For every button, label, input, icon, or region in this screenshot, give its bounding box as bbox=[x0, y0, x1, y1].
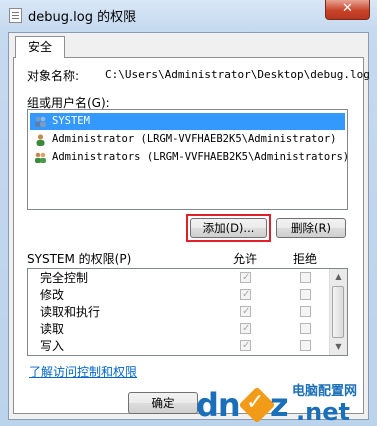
close-button[interactable]: ✕ bbox=[325, 0, 370, 20]
file-icon bbox=[9, 8, 22, 23]
check-icon: ✓ bbox=[246, 390, 265, 415]
permissions-label: SYSTEM 的权限(P) bbox=[27, 252, 132, 266]
permission-row: 读取和执行 bbox=[28, 303, 328, 321]
object-name-label: 对象名称: bbox=[27, 69, 80, 83]
permissions-dialog: debug.log 的权限 ✕ 安全 对象名称: C:\Users\Admini… bbox=[0, 0, 377, 426]
scroll-down-icon[interactable]: ▼ bbox=[330, 339, 347, 355]
scroll-up-icon[interactable]: ▲ bbox=[330, 269, 347, 285]
permissions-list[interactable]: 完全控制 修改 读取和执行 读取 写入 ▲ ▼ bbox=[27, 268, 348, 356]
watermark-net: .net bbox=[296, 398, 350, 426]
deny-checkbox[interactable] bbox=[300, 323, 311, 334]
scroll-thumb[interactable] bbox=[332, 286, 344, 338]
allow-checkbox[interactable] bbox=[240, 320, 251, 338]
list-item-administrators[interactable]: Administrators (LRGM-VVFHAEB2K5\Administ… bbox=[30, 149, 349, 166]
permission-name: 读取 bbox=[40, 322, 65, 336]
remove-button[interactable]: 删除(R) bbox=[276, 218, 346, 238]
permission-row: 修改 bbox=[28, 286, 328, 304]
tab-security[interactable]: 安全 bbox=[15, 36, 65, 58]
deny-checkbox[interactable] bbox=[300, 340, 311, 351]
learn-permissions-link[interactable]: 了解访问控制和权限 bbox=[29, 363, 137, 380]
users-icon bbox=[35, 116, 46, 127]
allow-checkbox[interactable] bbox=[240, 337, 251, 355]
permissions-scrollbar[interactable]: ▲ ▼ bbox=[329, 269, 347, 355]
permission-name: 写入 bbox=[40, 339, 65, 353]
watermark-brand: dn bbox=[196, 386, 241, 424]
object-name-value: C:\Users\Administrator\Desktop\debug.log bbox=[105, 68, 370, 81]
watermark-brand-z: z bbox=[270, 386, 289, 424]
close-icon: ✕ bbox=[342, 1, 353, 16]
permission-row: 写入 bbox=[28, 337, 328, 355]
permission-name: 修改 bbox=[40, 288, 65, 302]
permission-name: 读取和执行 bbox=[40, 305, 101, 319]
groups-list[interactable]: SYSTEM Administrator (LRGM-VVFHAEB2K5\Ad… bbox=[27, 109, 349, 210]
user-icon bbox=[36, 134, 45, 146]
list-item-label: Administrator (LRGM-VVFHAEB2K5\Administr… bbox=[52, 133, 337, 145]
watermark-site: 电脑配置网 bbox=[292, 384, 358, 399]
list-item-administrator[interactable]: Administrator (LRGM-VVFHAEB2K5\Administr… bbox=[30, 131, 345, 148]
window-title: debug.log 的权限 bbox=[28, 10, 137, 25]
watermark-logo: dn ✓ z 电脑配置网 .net bbox=[186, 378, 377, 426]
users-icon bbox=[35, 152, 46, 163]
allow-checkbox[interactable] bbox=[240, 269, 251, 287]
allow-checkbox[interactable] bbox=[240, 303, 251, 321]
permission-row: 完全控制 bbox=[28, 269, 328, 287]
allow-checkbox[interactable] bbox=[240, 286, 251, 304]
permission-name: 完全控制 bbox=[40, 271, 89, 285]
deny-checkbox[interactable] bbox=[300, 272, 311, 283]
deny-checkbox[interactable] bbox=[300, 289, 311, 300]
deny-checkbox[interactable] bbox=[300, 306, 311, 317]
title-bar[interactable]: debug.log 的权限 ✕ bbox=[0, 0, 377, 32]
list-item-label: SYSTEM bbox=[52, 115, 90, 127]
list-item-system[interactable]: SYSTEM bbox=[30, 113, 345, 130]
deny-header: 拒绝 bbox=[293, 252, 318, 266]
allow-header: 允许 bbox=[233, 252, 258, 266]
permission-row: 读取 bbox=[28, 320, 328, 338]
list-item-label: Administrators (LRGM-VVFHAEB2K5\Administ… bbox=[52, 151, 350, 163]
add-button[interactable]: 添加(D)... bbox=[190, 218, 267, 238]
